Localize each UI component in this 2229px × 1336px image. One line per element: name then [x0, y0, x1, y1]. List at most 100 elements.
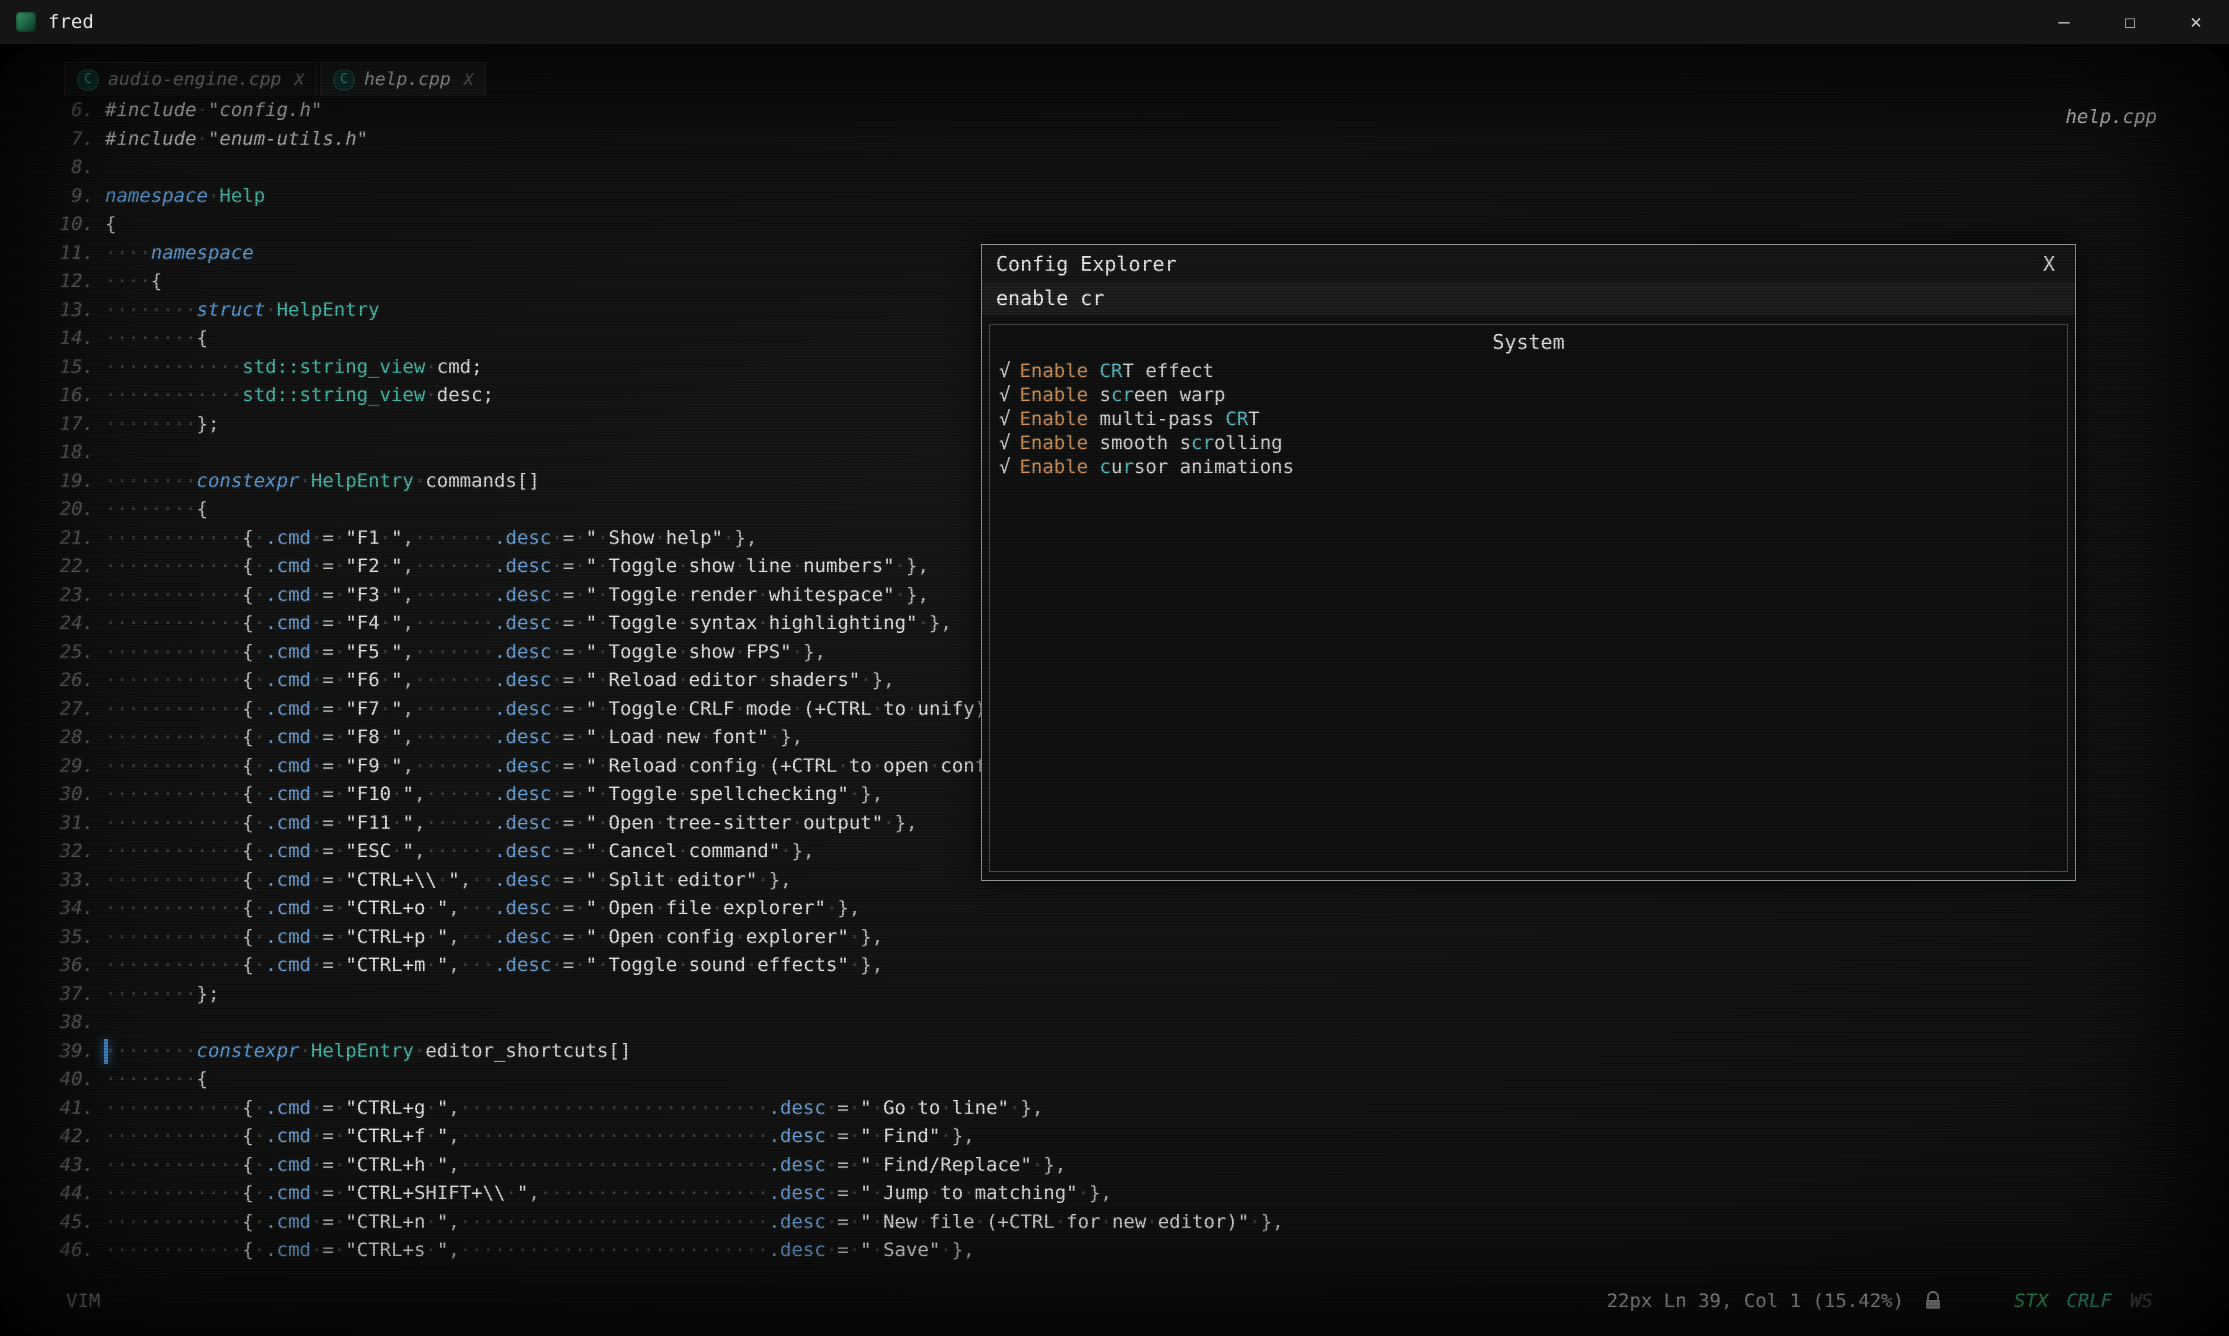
code-line: 9.namespace·Help [0, 182, 2229, 211]
tab-close-icon[interactable]: X [294, 70, 304, 89]
config-option[interactable]: √Enable screen warp [999, 383, 2067, 407]
cursor-position-info: 22px Ln 39, Col 1 (15.42%) [1607, 1290, 1904, 1312]
code-token: .cmd [265, 641, 311, 663]
code-token: { [197, 327, 208, 349]
config-option[interactable]: √Enable cursor animations [999, 455, 2067, 479]
tab-audio-engine.cpp[interactable]: Caudio-engine.cppX [64, 62, 317, 96]
code-token: .desc [494, 954, 551, 976]
status-right-group: 22px Ln 39, Col 1 (15.42%) STXCRLFWS [1607, 1290, 2153, 1312]
code-token: Open [609, 926, 655, 948]
code-token: Toggle [609, 612, 678, 634]
whitespace-dots: · [700, 726, 711, 748]
whitespace-dots: · [551, 869, 562, 891]
code-token: , [403, 584, 414, 606]
whitespace-dots: · [391, 783, 402, 805]
whitespace-dots: ······· [414, 612, 494, 634]
code-token: " [586, 527, 597, 549]
mode-indicator: VIM [66, 1290, 100, 1312]
whitespace-dots: · [963, 1182, 974, 1204]
code-token: " [586, 555, 597, 577]
code-token: .desc [769, 1182, 826, 1204]
line-text: #include·"config.h" [94, 99, 322, 121]
whitespace-dots: · [334, 1211, 345, 1233]
whitespace-dots: · [872, 1125, 883, 1147]
line-text [94, 1011, 105, 1033]
code-token: line" [952, 1097, 1009, 1119]
code-token: { [242, 1239, 253, 1261]
code-token: " [403, 840, 414, 862]
whitespace-dots: ······· [414, 584, 494, 606]
code-line: 6.#include·"config.h" [0, 96, 2229, 125]
whitespace-dots: · [254, 669, 265, 691]
code-token: Find" [883, 1125, 940, 1147]
code-token: , [448, 926, 459, 948]
whitespace-dots: · [334, 840, 345, 862]
line-number: 44. [0, 1179, 94, 1208]
code-token: " [586, 584, 597, 606]
code-token: " [437, 1154, 448, 1176]
line-text: ············{·.cmd·=·"F7·",·······.desc·… [94, 698, 1032, 720]
code-token: "F6 [345, 669, 379, 691]
line-number: 8. [0, 153, 94, 182]
line-number: 17. [0, 410, 94, 439]
code-token: = [322, 1154, 333, 1176]
code-token: font" [712, 726, 769, 748]
code-line: 34.············{·.cmd·=·"CTRL+o·",···.de… [0, 894, 2229, 923]
cpp-file-icon: C [333, 69, 355, 91]
whitespace-dots: ············ [105, 954, 242, 976]
config-search-input[interactable]: enable cr [982, 282, 2075, 315]
code-line: 46.············{·.cmd·=·"CTRL+s·",······… [0, 1236, 2229, 1265]
config-options-panel: System √Enable CRT effect√Enable screen … [989, 324, 2068, 872]
code-token: " [586, 755, 597, 777]
config-option[interactable]: √Enable CRT effect [999, 359, 2067, 383]
code-token: = [322, 869, 333, 891]
line-text: ····namespace [94, 242, 254, 264]
config-option[interactable]: √Enable smooth scrolling [999, 431, 2067, 455]
line-text: ············{·.cmd·=·"CTRL+n·",·········… [94, 1211, 1284, 1233]
code-token: new [666, 726, 700, 748]
close-button[interactable]: ✕ [2163, 0, 2229, 44]
whitespace-dots: · [769, 726, 780, 748]
config-option[interactable]: √Enable multi-pass CRT [999, 407, 2067, 431]
code-token: { [197, 1068, 208, 1090]
code-token: struct [197, 299, 266, 321]
option-text-segment: cr [1111, 384, 1134, 406]
whitespace-dots: · [654, 726, 665, 748]
whitespace-dots: · [574, 812, 585, 834]
code-token: Open [609, 812, 655, 834]
whitespace-dots: · [597, 698, 608, 720]
line-number: 35. [0, 923, 94, 952]
code-line: 41.············{·.cmd·=·"CTRL+g·",······… [0, 1094, 2229, 1123]
code-token: "CTRL+h [345, 1154, 425, 1176]
tab-help.cpp[interactable]: Chelp.cppX [320, 62, 486, 96]
maximize-button[interactable]: ☐ [2097, 0, 2163, 44]
code-token: config [689, 755, 758, 777]
code-token: "CTRL+o [345, 897, 425, 919]
whitespace-dots: ············ [105, 555, 242, 577]
whitespace-dots: · [299, 470, 310, 492]
whitespace-dots: · [826, 1211, 837, 1233]
whitespace-dots: · [311, 698, 322, 720]
code-token: "F7 [345, 698, 379, 720]
code-token: { [242, 869, 253, 891]
code-token: = [322, 954, 333, 976]
code-token: , [528, 1182, 539, 1204]
whitespace-dots: · [254, 1182, 265, 1204]
code-token: cmd; [437, 356, 483, 378]
popup-close-button[interactable]: X [2037, 252, 2061, 276]
editor-screen: Caudio-engine.cppXChelp.cppX help.cpp 6.… [0, 44, 2229, 1336]
code-token: .cmd [265, 869, 311, 891]
option-text-segment [1088, 456, 1099, 478]
code-token: file [929, 1211, 975, 1233]
tab-close-icon[interactable]: X [464, 70, 474, 89]
whitespace-dots: ············ [105, 641, 242, 663]
whitespace-dots: · [334, 726, 345, 748]
code-token: }, [780, 726, 803, 748]
whitespace-dots: · [334, 1239, 345, 1261]
line-number: 12. [0, 267, 94, 296]
code-token: = [837, 1239, 848, 1261]
minimize-button[interactable]: — [2031, 0, 2097, 44]
code-token: "CTRL+n [345, 1211, 425, 1233]
whitespace-dots: · [872, 1211, 883, 1233]
code-token: { [242, 1182, 253, 1204]
